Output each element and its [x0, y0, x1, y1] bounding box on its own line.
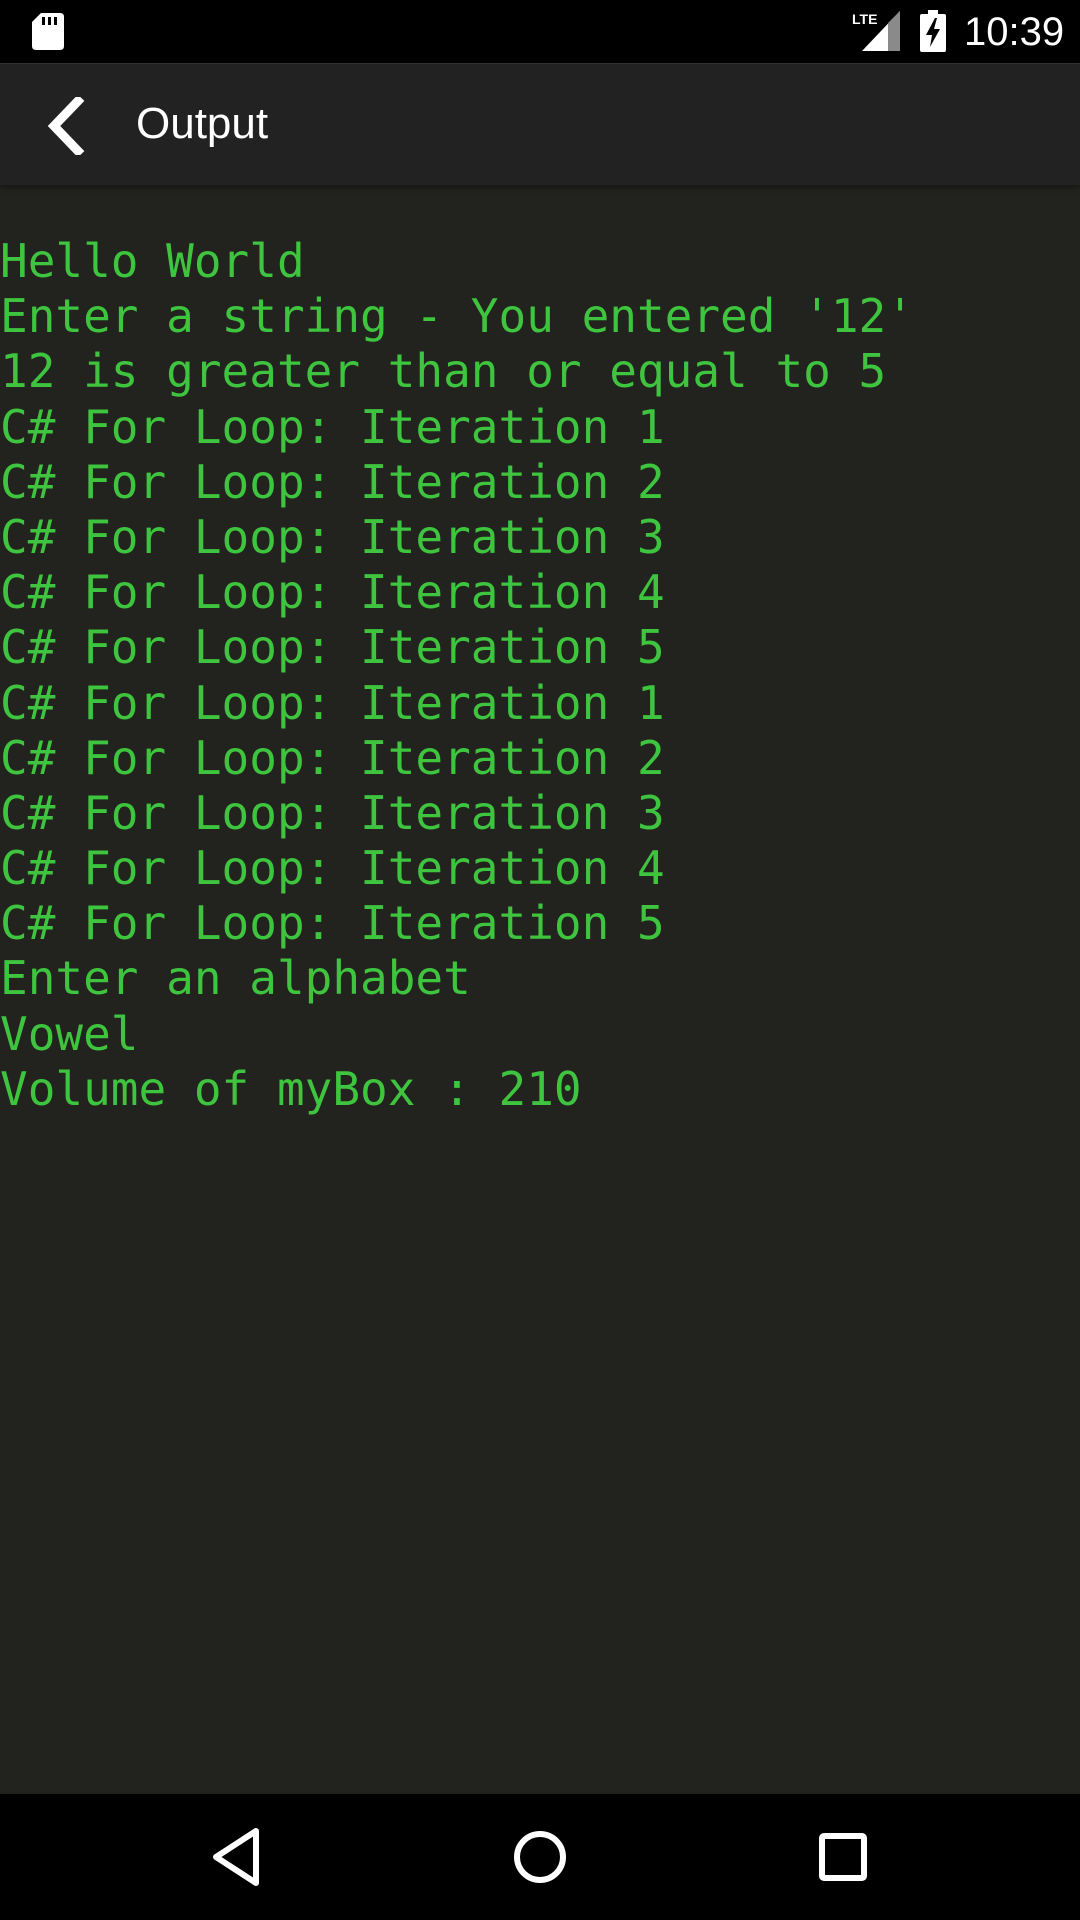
lte-signal-icon: LTE: [852, 11, 900, 51]
battery-charging-icon: [920, 10, 946, 52]
console-line: Enter an alphabet: [0, 951, 471, 1006]
output-screen: LTE 10:39 Output Hello World Enter a stri…: [0, 0, 1080, 1920]
nav-recents-button[interactable]: [803, 1817, 883, 1897]
console-line: C# For Loop: Iteration 5: [0, 896, 665, 951]
console-output: Hello World Enter a string - You entered …: [0, 234, 1080, 1117]
console-line: C# For Loop: Iteration 2: [0, 730, 665, 785]
console-line: Volume of myBox : 210: [0, 1061, 582, 1116]
console-line: 12 is greater than or equal to 5: [0, 344, 887, 399]
nav-back-button[interactable]: [196, 1817, 276, 1897]
console-line: C# For Loop: Iteration 4: [0, 565, 665, 620]
sd-card-icon: [32, 13, 64, 50]
home-circle-icon: [514, 1831, 566, 1883]
chevron-left-icon: [47, 97, 85, 155]
back-button[interactable]: [30, 90, 100, 160]
recents-square-icon: [819, 1833, 867, 1881]
page-title: Output: [136, 99, 269, 148]
back-triangle-icon: [213, 1828, 259, 1886]
console-line: C# For Loop: Iteration 5: [0, 620, 665, 675]
console-line: C# For Loop: Iteration 3: [0, 509, 665, 564]
console-line: Enter a string - You entered '12': [0, 289, 914, 344]
status-bar: LTE 10:39: [0, 0, 1080, 63]
console-line: Hello World: [0, 234, 305, 288]
navigation-bar: [0, 1794, 1080, 1920]
app-bar: Output: [0, 63, 1080, 185]
network-type-label: LTE: [852, 11, 877, 27]
nav-home-button[interactable]: [500, 1817, 580, 1897]
status-clock: 10:39: [964, 10, 1065, 54]
console-line: C# For Loop: Iteration 3: [0, 785, 665, 840]
console-line: C# For Loop: Iteration 4: [0, 841, 665, 896]
console-line: C# For Loop: Iteration 2: [0, 454, 665, 509]
console-line: C# For Loop: Iteration 1: [0, 675, 665, 730]
console-line: C# For Loop: Iteration 1: [0, 399, 665, 454]
console-line: Vowel: [0, 1006, 139, 1061]
